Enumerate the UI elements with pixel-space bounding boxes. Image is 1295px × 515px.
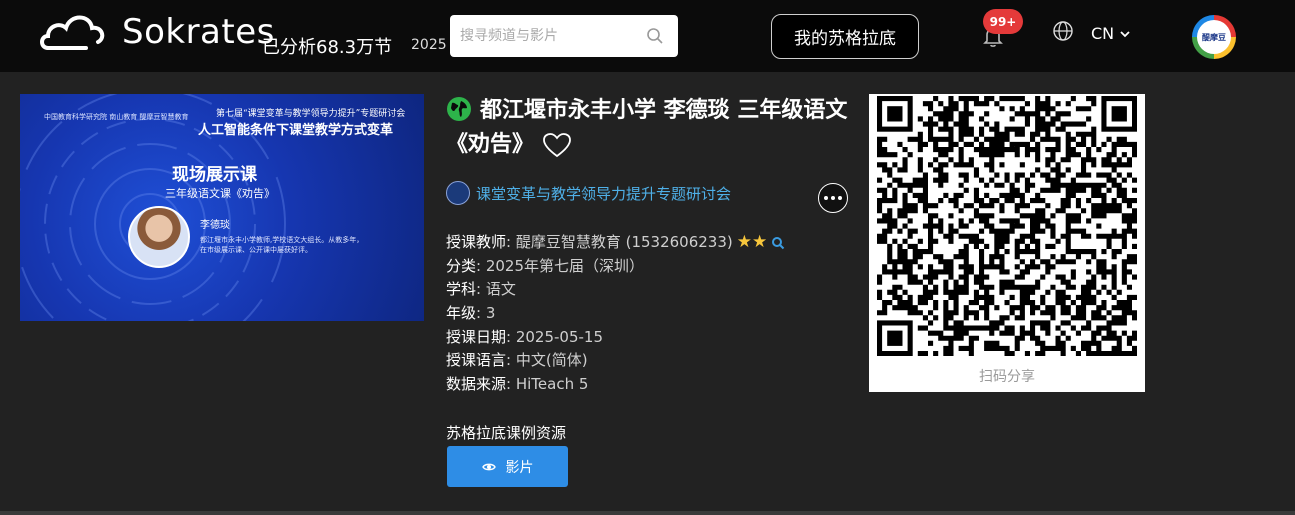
more-options-button[interactable] <box>818 183 848 213</box>
my-sokrates-button[interactable]: 我的苏格拉底 <box>771 14 919 59</box>
analyzed-year: 2025 <box>411 37 447 53</box>
avatar[interactable]: 醍摩豆 <box>1192 15 1236 59</box>
organization-logo <box>446 181 470 205</box>
meta-category: 分类 : 2025年第七届（深圳） <box>446 255 785 279</box>
meta-language: 授课语言 : 中文(简体) <box>446 349 785 373</box>
language-label: CN <box>1091 24 1115 43</box>
video-button[interactable]: 影片 <box>447 446 568 487</box>
course-title: 都江堰市永丰小学 李德琰 三年级语文《劝告》 <box>446 94 856 162</box>
qr-finder-pattern <box>1111 106 1127 122</box>
meta-teacher: 授课教师 : 醍摩豆智慧教育 (1532606233) ★ ★ <box>446 231 785 255</box>
qr-code <box>877 96 1137 356</box>
heart-icon[interactable] <box>542 132 572 158</box>
thumbnail-logos: 中国教育科学研究院 南山教育 醍摩豆智慧教育 <box>44 113 189 121</box>
search-input[interactable] <box>460 24 640 48</box>
star-icon: ★ <box>736 232 752 253</box>
analyzed-count: 已分析68.3万节 <box>262 37 393 58</box>
video-button-label: 影片 <box>505 459 534 476</box>
meta-value: : HiTeach 5 <box>506 375 589 394</box>
notification-badge: 99+ <box>983 9 1023 34</box>
globe-icon[interactable] <box>1052 20 1074 42</box>
dot-icon <box>824 196 828 200</box>
meta-key: 授课日期 <box>446 327 507 346</box>
meta-value: : 3 <box>476 304 496 323</box>
organization-link[interactable]: 课堂变革与教学领导力提升专题研讨会 <box>446 181 731 205</box>
meta-value: : 中文(简体) <box>506 351 588 370</box>
meta-value: : 2025-05-15 <box>506 327 604 346</box>
eye-icon <box>481 463 496 470</box>
search-icon[interactable] <box>646 27 664 45</box>
meta-key: 分类 <box>446 256 477 275</box>
meta-key: 数据来源 <box>446 375 507 394</box>
meta-grade: 年级 : 3 <box>446 302 785 326</box>
meta-value: : 语文 <box>476 280 516 299</box>
chevron-down-icon <box>1120 30 1130 37</box>
magnifier-icon[interactable] <box>771 236 785 250</box>
cloud-logo-icon <box>40 15 105 50</box>
language-selector[interactable]: CN <box>1091 24 1130 43</box>
thumbnail-theme: 人工智能条件下课堂教学方式变革 <box>198 123 394 138</box>
thumbnail-teacher-name: 李德琰 <box>200 220 230 231</box>
meta-key: 授课教师 <box>446 233 507 251</box>
meta-source: 数据来源 : HiTeach 5 <box>446 373 785 397</box>
avatar-text: 醍摩豆 <box>1197 20 1231 54</box>
meta-date: 授课日期 : 2025-05-15 <box>446 326 785 350</box>
thumbnail-teacher-bio: 都江堰市永丰小学教师,学校语文大组长。从教多年，在市级展示课、公开课中屡获好评。 <box>200 236 364 254</box>
course-title-text: 都江堰市永丰小学 李德琰 三年级语文《劝告》 <box>446 98 848 157</box>
dot-icon <box>838 196 842 200</box>
meta-value: : 醍摩豆智慧教育 (1532606233) <box>506 233 733 251</box>
course-metadata: 授课教师 : 醍摩豆智慧教育 (1532606233) ★ ★ 分类 : 202… <box>446 231 785 397</box>
thumbnail-title: 现场展示课 <box>172 165 257 185</box>
video-thumbnail[interactable]: 中国教育科学研究院 南山教育 醍摩豆智慧教育 第七届“课堂变革与教学领导力提升”… <box>20 94 424 321</box>
qr-finder-pattern <box>887 106 903 122</box>
star-icon: ★ <box>752 232 768 253</box>
organization-name[interactable]: 课堂变革与教学领导力提升专题研讨会 <box>476 183 731 204</box>
meta-value: : 2025年第七届（深圳） <box>476 256 645 275</box>
meta-key: 学科 <box>446 280 477 299</box>
thumbnail-subtitle: 三年级语文课《劝告》 <box>165 187 275 200</box>
dot-icon <box>831 196 835 200</box>
sokrates-logo[interactable]: Sokrates <box>38 6 274 58</box>
search-box[interactable] <box>450 15 678 57</box>
teacher-photo <box>128 206 190 268</box>
logo-text: Sokrates <box>122 12 275 52</box>
qr-finder-pattern <box>887 330 903 346</box>
qr-share-panel: 扫码分享 <box>869 94 1145 392</box>
resources-title: 苏格拉底课例资源 <box>446 424 567 442</box>
qr-caption: 扫码分享 <box>979 369 1035 385</box>
meta-key: 年级 <box>446 304 477 323</box>
divider <box>0 511 1295 515</box>
meta-key: 授课语言 <box>446 351 507 370</box>
meta-subject: 学科 : 语文 <box>446 278 785 302</box>
top-bar: Sokrates 已分析68.3万节 2025 我的苏格拉底 99+ CN 醍摩… <box>0 0 1295 72</box>
thumbnail-event-name: 第七届“课堂变革与教学领导力提升”专题研讨会 <box>216 109 406 119</box>
